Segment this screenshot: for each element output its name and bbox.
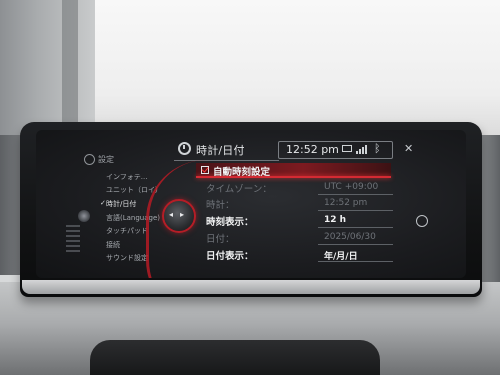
message-icon (342, 145, 352, 152)
knob-left-arrow-icon: ◂ (169, 210, 174, 219)
date-label: 日付： (206, 234, 235, 245)
mute-icon[interactable]: ✕ (404, 142, 413, 155)
clock-settings-icon (178, 142, 191, 155)
bluetooth-icon: ᛒ (374, 142, 381, 155)
timezone-label: タイムゾーン： (206, 184, 272, 195)
side-menu-item[interactable]: タッチパッド (106, 226, 148, 236)
a-pillar (0, 0, 95, 140)
date-value: 2025/06/30 (324, 232, 376, 242)
idrive-screen: 時計/日付 12:52 pm ᛒ ✕ 設定 インフォテ... ユニット（ロイ） … (36, 130, 466, 278)
date-format-label[interactable]: 日付表示： (206, 248, 254, 262)
clock-label: 時計： (206, 200, 235, 211)
time-format-value[interactable]: 12 h (324, 215, 346, 225)
timezone-value: UTC +09:00 (324, 182, 379, 192)
status-time: 12:52 pm (286, 143, 339, 156)
row-divider (318, 244, 393, 245)
car-interior-scene: 時計/日付 12:52 pm ᛒ ✕ 設定 インフォテ... ユニット（ロイ） … (0, 0, 500, 375)
side-menu-knob-icon (78, 210, 90, 222)
air-vent (90, 340, 380, 375)
row-divider (318, 210, 393, 211)
clock-value: 12:52 pm (324, 198, 368, 208)
a-pillar-shadow (62, 0, 78, 140)
side-menu-item[interactable]: 接続 (106, 240, 120, 250)
side-menu-heading: 設定 (98, 155, 114, 164)
signal-strength-icon (356, 144, 370, 154)
side-menu-item-clock[interactable]: 時計/日付 (106, 199, 136, 209)
knob-right-arrow-icon: ▸ (180, 210, 185, 219)
auto-time-checkbox[interactable] (201, 166, 209, 174)
row-divider (318, 227, 393, 228)
screen-title: 時計/日付 (196, 144, 245, 157)
side-menu-item[interactable]: インフォテ... (106, 172, 147, 182)
row-divider (318, 261, 393, 262)
side-menu-scroll-rail (66, 225, 80, 255)
controller-knob[interactable] (162, 199, 196, 233)
selected-check-icon: ✓ (100, 199, 106, 207)
row-divider (318, 194, 393, 195)
options-icon[interactable] (416, 215, 428, 227)
settings-gear-icon (84, 154, 95, 165)
time-format-label[interactable]: 時刻表示： (206, 214, 254, 228)
side-menu-item[interactable]: サウンド設定 (106, 253, 148, 263)
auto-time-label[interactable]: 自動時刻設定 (213, 164, 270, 178)
display-bezel-lip (22, 280, 480, 294)
